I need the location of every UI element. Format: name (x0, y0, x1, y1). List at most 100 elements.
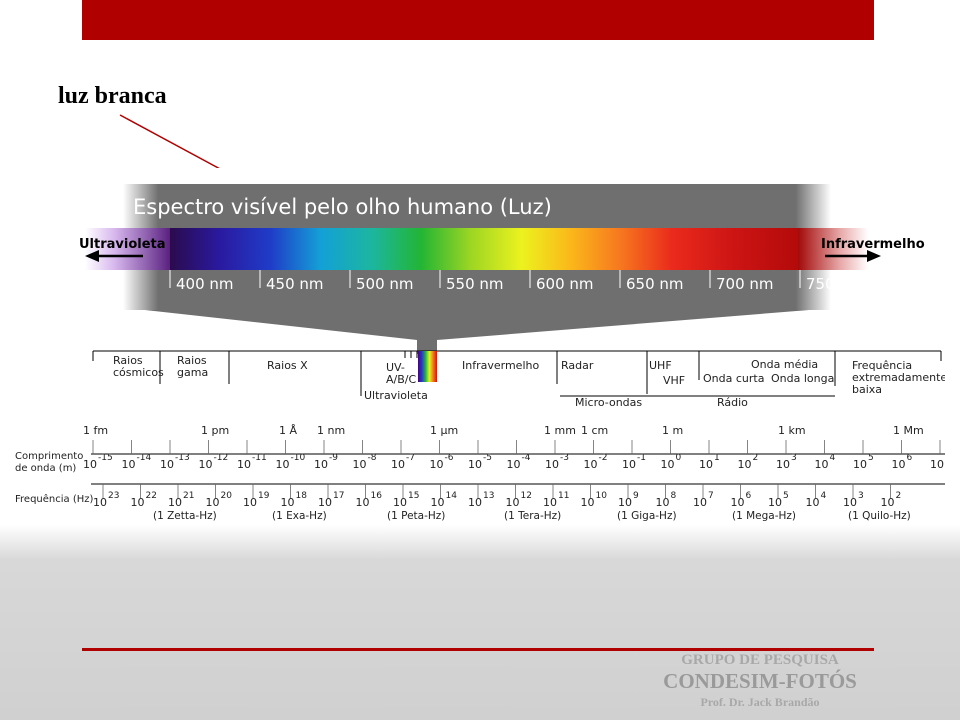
wavelength-exponent: -3 (560, 453, 569, 463)
frequency-exponent: 20 (221, 491, 233, 501)
frequency-exponent: 5 (783, 491, 789, 501)
frequency-power: 10 (468, 496, 482, 509)
frequency-exponent: 19 (258, 491, 270, 501)
wavelength-power: 10 (468, 458, 482, 471)
frequency-power: 10 (768, 496, 782, 509)
wavelength-power: 10 (930, 458, 944, 471)
frequency-exponent: 22 (146, 491, 157, 501)
nm-tick-label: 450 nm (266, 275, 324, 293)
frequency-power: 10 (543, 496, 557, 509)
region-label: Onda curta (703, 372, 764, 385)
frequency-power: 10 (506, 496, 520, 509)
frequency-exponent: 15 (408, 491, 419, 501)
wavelength-exponent: -14 (137, 453, 152, 463)
infrared-label: Infravermelho (821, 237, 925, 252)
frequency-power: 10 (93, 496, 107, 509)
length-unit-label: 1 m (662, 424, 683, 437)
frequency-exponent: 12 (521, 491, 532, 501)
nm-tick-label: 500 nm (356, 275, 414, 293)
nm-tick-label: 700 nm (716, 275, 774, 293)
region-label: VHF (663, 374, 685, 387)
wavelength-power: 10 (738, 458, 752, 471)
region-label: Onda média (751, 358, 818, 371)
frequency-power: 10 (243, 496, 257, 509)
nm-tick-label: 600 nm (536, 275, 594, 293)
region-label: cósmicos (113, 366, 164, 379)
wavelength-power: 10 (507, 458, 521, 471)
region-label: baixa (852, 383, 882, 396)
wavelength-power: 10 (584, 458, 598, 471)
frequency-axis-label: Frequência (Hz) (15, 493, 93, 505)
length-unit-label: 1 pm (201, 424, 229, 437)
visible-band (170, 228, 798, 270)
length-unit-label: 1 cm (581, 424, 608, 437)
frequency-exponent: 6 (746, 491, 752, 501)
length-unit-label: 1 Mm (893, 424, 924, 437)
nm-tick-label: 550 nm (446, 275, 504, 293)
nm-tick-label: 750 nm (806, 275, 864, 293)
wavelength-power: 10 (276, 458, 290, 471)
frequency-unit-label: (1 Mega-Hz) (732, 510, 796, 522)
frequency-exponent: 23 (108, 491, 119, 501)
length-unit-label: 1 mm (544, 424, 576, 437)
wavelength-power: 10 (661, 458, 675, 471)
frequency-power: 10 (281, 496, 295, 509)
region-label: Micro-ondas (575, 396, 642, 409)
em-regions: RaioscósmicosRaiosgamaRaios X UV-A/B/CUlt… (92, 351, 945, 409)
wavelength-exponent: 2 (753, 453, 759, 463)
wavelength-exponent: -6 (445, 453, 454, 463)
wavelength-power: 10 (237, 458, 251, 471)
frequency-power: 10 (693, 496, 707, 509)
wavelength-exponent: -5 (483, 453, 492, 463)
frequency-exponent: 18 (296, 491, 308, 501)
region-label: Ultravioleta (364, 389, 428, 402)
frequency-exponent: 13 (483, 491, 494, 501)
frequency-power: 10 (618, 496, 632, 509)
region-label: UHF (649, 359, 672, 372)
nm-tick-label: 400 nm (176, 275, 234, 293)
wavelength-exponent: 5 (868, 453, 874, 463)
frequency-unit-label: (1 Zetta-Hz) (153, 510, 217, 522)
wavelength-exponent: 3 (791, 453, 797, 463)
frequency-exponent: 21 (183, 491, 194, 501)
wavelength-exponent: 0 (676, 453, 682, 463)
wavelength-power: 10 (622, 458, 636, 471)
wavelength-power: 10 (892, 458, 906, 471)
wavelength-exponent: -10 (291, 453, 306, 463)
frequency-exponent: 14 (446, 491, 458, 501)
wavelength-axis-label: de onda (m) (15, 463, 76, 474)
wavelength-exponent: -7 (406, 453, 415, 463)
footer-group: GRUPO DE PESQUISA (681, 652, 839, 668)
frequency-exponent: 8 (671, 491, 677, 501)
projection-funnel (145, 310, 809, 340)
wavelength-power: 10 (314, 458, 328, 471)
wavelength-power: 10 (430, 458, 444, 471)
nm-tick-label: 650 nm (626, 275, 684, 293)
frequency-power: 10 (206, 496, 220, 509)
wavelength-exponent: -13 (175, 453, 190, 463)
footer-credit: GRUPO DE PESQUISA CONDESIM-FOTÓS Prof. D… (640, 652, 880, 710)
region-label: Infravermelho (462, 359, 539, 372)
wavelength-power: 10 (699, 458, 713, 471)
wavelength-power: 10 (853, 458, 867, 471)
wavelength-power: 10 (353, 458, 367, 471)
ultraviolet-label: Ultravioleta (79, 237, 166, 252)
wavelength-exponent: -2 (599, 453, 608, 463)
wavelength-exponent: -8 (368, 453, 377, 463)
spectrum-diagram: Espectro visível pelo olho humano (Luz) … (15, 184, 945, 522)
wavelength-exponent: -1 (637, 453, 646, 463)
wavelength-power: 10 (83, 458, 97, 471)
frequency-unit-label: (1 Tera-Hz) (504, 510, 561, 522)
frequency-exponent: 11 (558, 491, 569, 501)
frequency-power: 10 (881, 496, 895, 509)
wavelength-power: 10 (391, 458, 405, 471)
length-unit-label: 1 Å (279, 424, 297, 437)
frequency-exponent: 17 (333, 491, 344, 501)
wavelength-power: 10 (199, 458, 213, 471)
frequency-power: 10 (731, 496, 745, 509)
frequency-exponent: 3 (858, 491, 864, 501)
region-label: Raios X (267, 359, 308, 372)
frequency-unit-label: (1 Giga-Hz) (617, 510, 677, 522)
frequency-power: 10 (843, 496, 857, 509)
frequency-power: 10 (806, 496, 820, 509)
